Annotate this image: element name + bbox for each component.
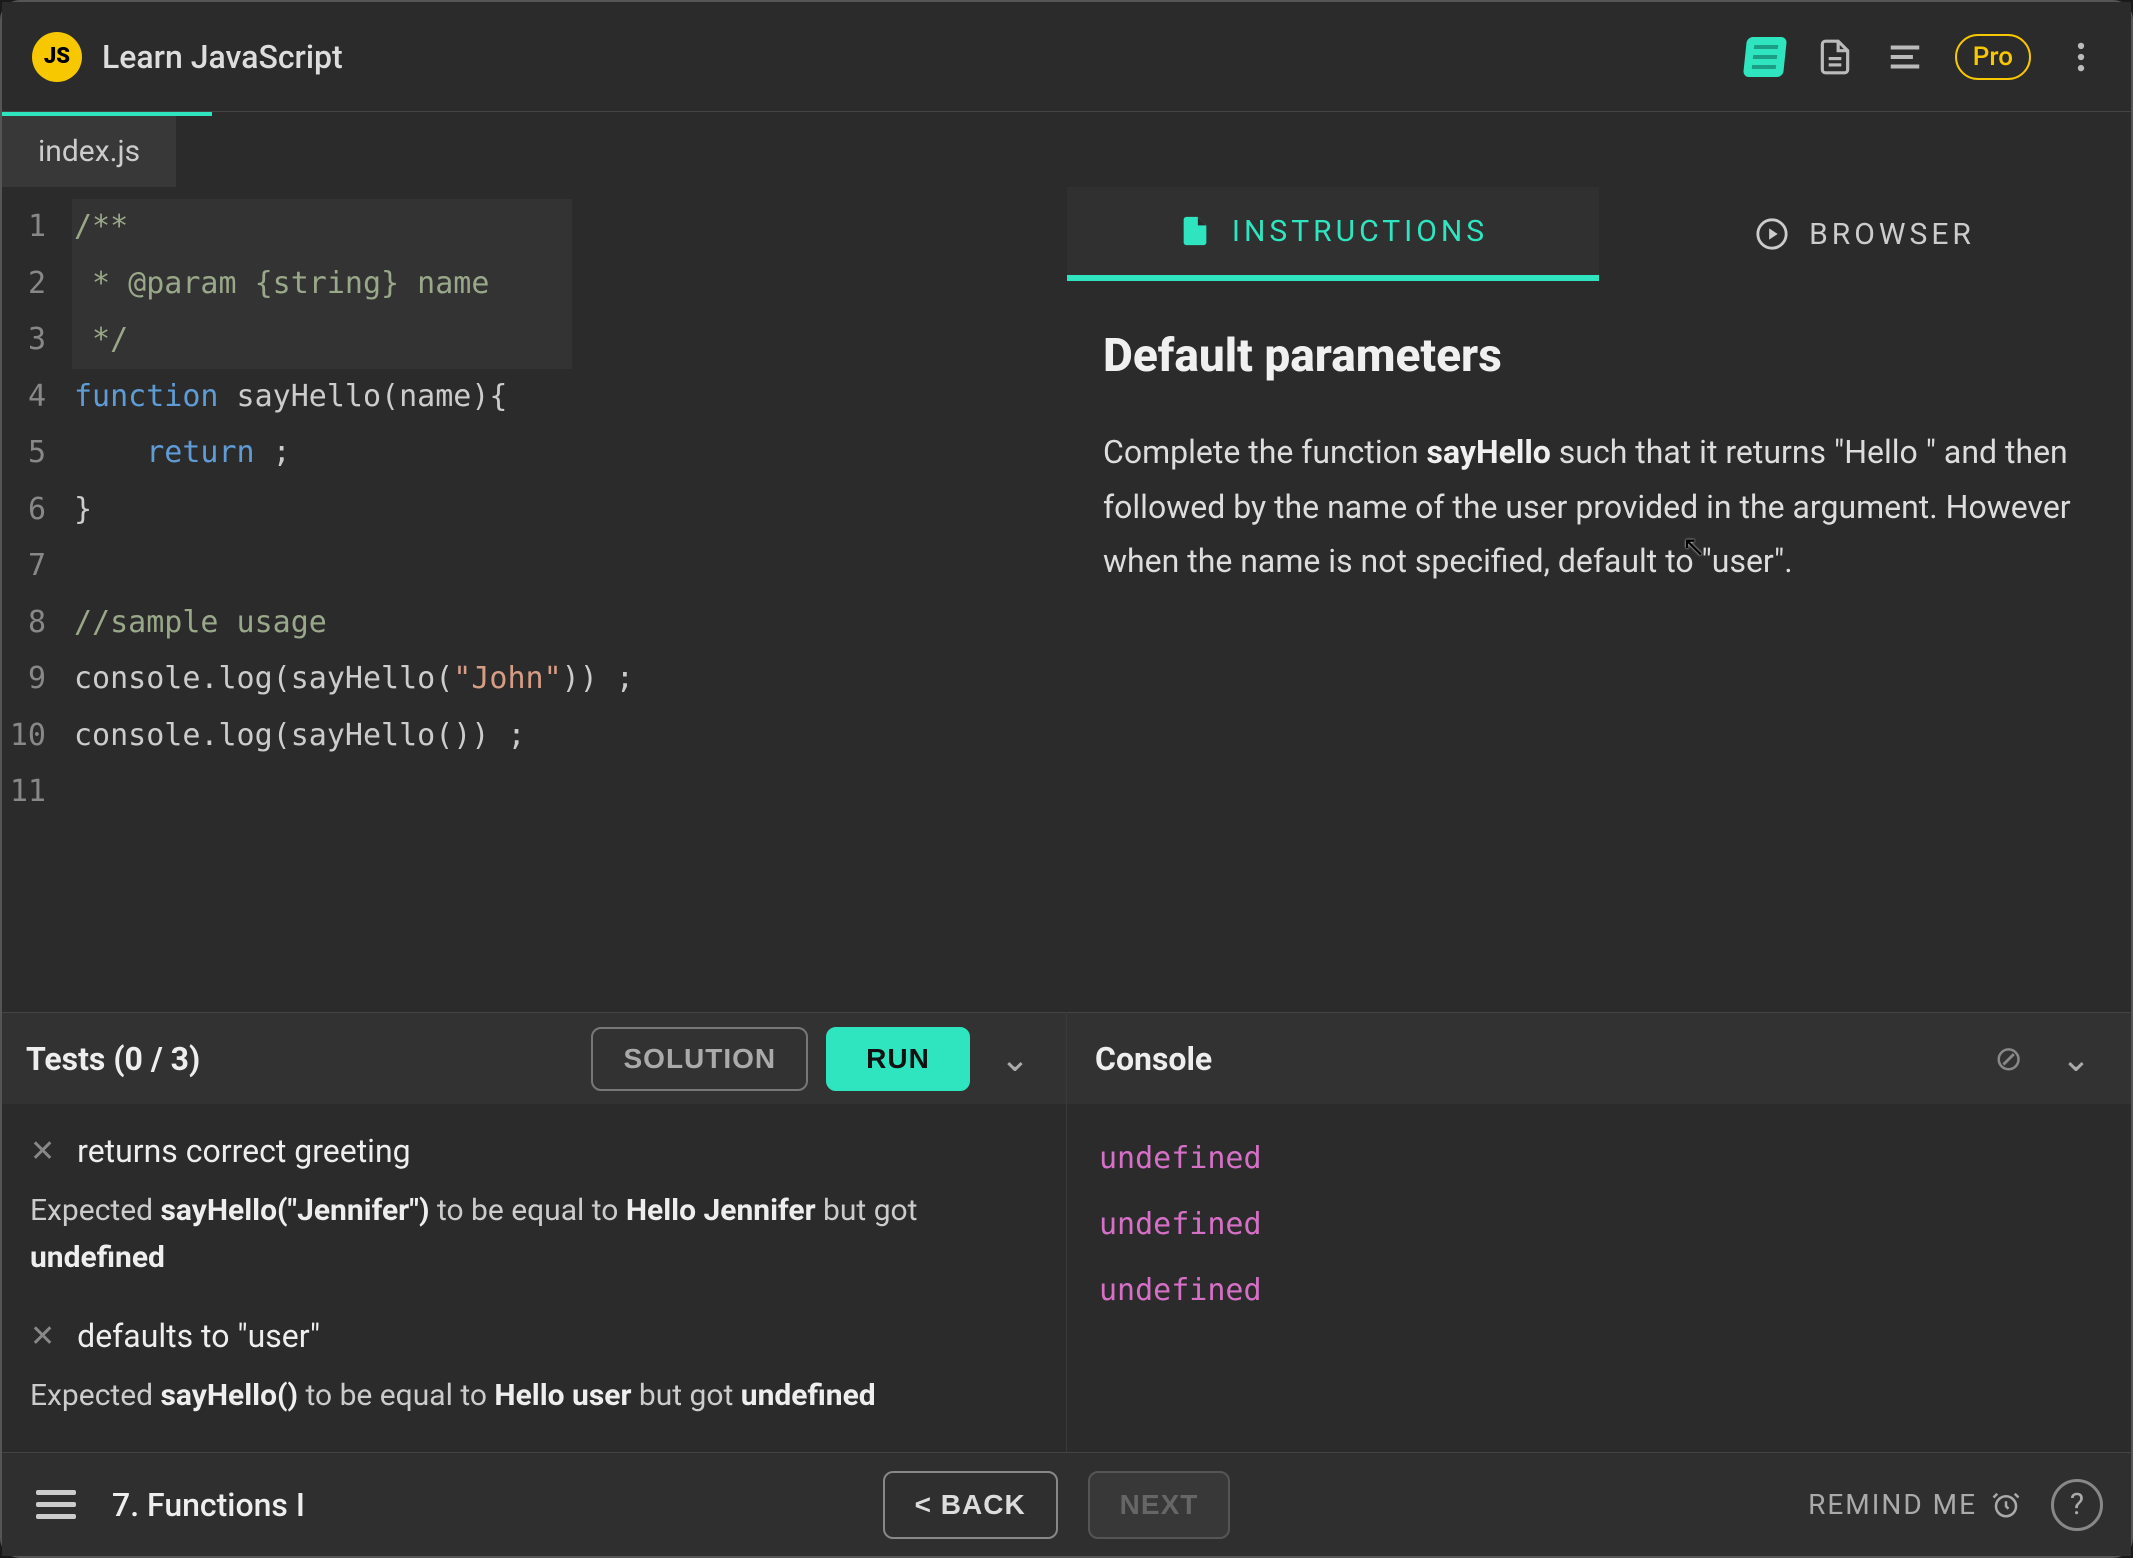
tests-bar: Tests (0 / 3) SOLUTION RUN ⌄ — [2, 1012, 1066, 1104]
console-bar: Console ⊘ ⌄ — [1067, 1012, 2131, 1104]
toc-icon[interactable] — [1885, 37, 1925, 77]
bottom-bar: 7. Functions I < BACK NEXT REMIND ME ? — [2, 1452, 2131, 1556]
run-button[interactable]: RUN — [826, 1027, 970, 1091]
test-detail: Expected sayHello("Jennifer") to be equa… — [30, 1188, 1038, 1281]
console-line: undefined — [1099, 1258, 2099, 1324]
next-button[interactable]: NEXT — [1088, 1471, 1231, 1539]
lesson-title: 7. Functions I — [112, 1486, 305, 1524]
file-tab-bar: index.js — [2, 112, 212, 187]
code-editor[interactable]: 1234567891011 /** * @param {string} name… — [2, 187, 1067, 1012]
more-menu-icon[interactable] — [2061, 37, 2101, 77]
back-button[interactable]: < BACK — [883, 1471, 1058, 1539]
flashcards-icon[interactable] — [1745, 37, 1785, 77]
test-item[interactable]: ✕ returns correct greeting Expected sayHel… — [30, 1114, 1038, 1299]
remind-me-button[interactable]: REMIND ME — [1808, 1488, 2021, 1521]
instructions-pane: Default parameters Complete the function… — [1067, 281, 2131, 1012]
console-collapse-icon[interactable]: ⌄ — [2049, 1038, 2103, 1080]
console-title: Console — [1095, 1040, 1994, 1078]
clear-console-icon[interactable]: ⊘ — [1994, 1039, 2023, 1079]
instructions-body: Complete the function sayHello such that… — [1103, 425, 2095, 588]
solution-button[interactable]: SOLUTION — [591, 1027, 808, 1091]
instructions-heading: Default parameters — [1103, 317, 2095, 395]
app-title: Learn JavaScript — [102, 38, 343, 76]
line-gutter: 1234567891011 — [2, 199, 64, 1012]
tab-instructions-label: INSTRUCTIONS — [1232, 214, 1488, 249]
tab-browser[interactable]: BROWSER — [1599, 187, 2131, 281]
app-logo: JS — [32, 32, 82, 82]
fail-icon: ✕ — [30, 1319, 55, 1354]
header: JS Learn JavaScript Pro — [2, 2, 2131, 112]
test-name: returns correct greeting — [77, 1132, 410, 1170]
tests-list[interactable]: ✕ returns correct greeting Expected sayHel… — [2, 1104, 1066, 1452]
pro-badge[interactable]: Pro — [1955, 34, 2031, 80]
tests-collapse-icon[interactable]: ⌄ — [988, 1038, 1042, 1080]
console-output: undefinedundefinedundefined — [1067, 1104, 2131, 1452]
test-detail: Expected sayHello() to be equal to Hello… — [30, 1373, 1038, 1420]
tab-instructions[interactable]: INSTRUCTIONS — [1067, 187, 1599, 281]
alarm-icon — [1991, 1490, 2021, 1520]
notes-icon[interactable] — [1815, 37, 1855, 77]
tests-title: Tests (0 / 3) — [26, 1040, 573, 1078]
test-name: defaults to "user" — [77, 1317, 320, 1355]
fail-icon: ✕ — [30, 1134, 55, 1169]
menu-icon[interactable] — [30, 1484, 82, 1525]
test-item[interactable]: ✕ defaults to "user" Expected sayHello() t… — [30, 1299, 1038, 1438]
tab-browser-label: BROWSER — [1809, 217, 1975, 252]
code-area[interactable]: /** * @param {string} name */function sa… — [64, 199, 1067, 1012]
help-button[interactable]: ? — [2051, 1479, 2103, 1531]
console-line: undefined — [1099, 1192, 2099, 1258]
right-tabs: INSTRUCTIONS BROWSER — [1067, 187, 2131, 281]
console-line: undefined — [1099, 1126, 2099, 1192]
file-tab[interactable]: index.js — [2, 116, 176, 187]
